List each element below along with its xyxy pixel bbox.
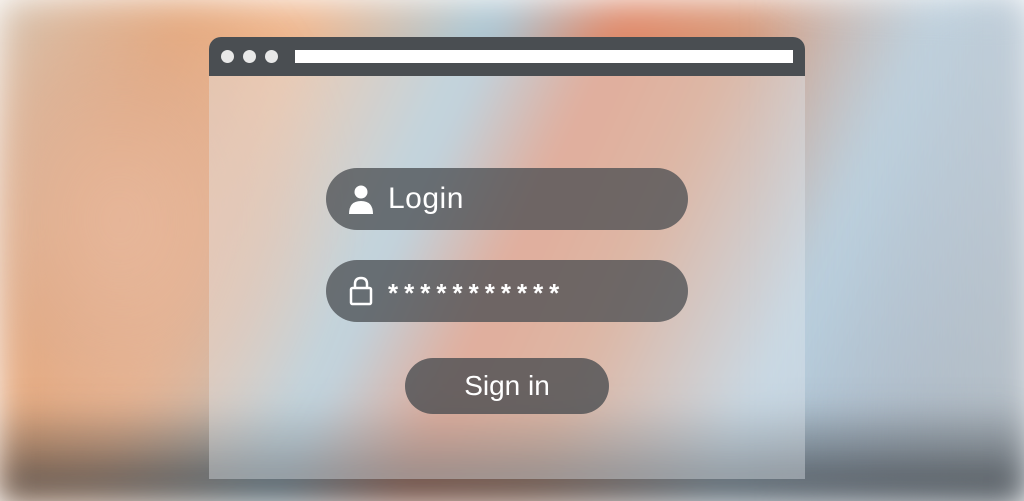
signin-button[interactable]: Sign in <box>405 358 609 414</box>
password-masked-value: *********** <box>388 278 565 309</box>
login-label: Login <box>388 182 464 216</box>
window-control-dot[interactable] <box>221 50 234 63</box>
window-control-dot[interactable] <box>243 50 256 63</box>
window-control-dot[interactable] <box>265 50 278 63</box>
password-field[interactable]: *********** <box>326 260 688 322</box>
window-titlebar <box>209 37 805 76</box>
lock-icon <box>348 276 374 306</box>
user-icon <box>348 184 374 214</box>
browser-window: Login *********** Sign in <box>209 37 805 479</box>
login-field[interactable]: Login <box>326 168 688 230</box>
address-bar[interactable] <box>295 50 793 63</box>
login-form: Login *********** Sign in <box>209 76 805 414</box>
